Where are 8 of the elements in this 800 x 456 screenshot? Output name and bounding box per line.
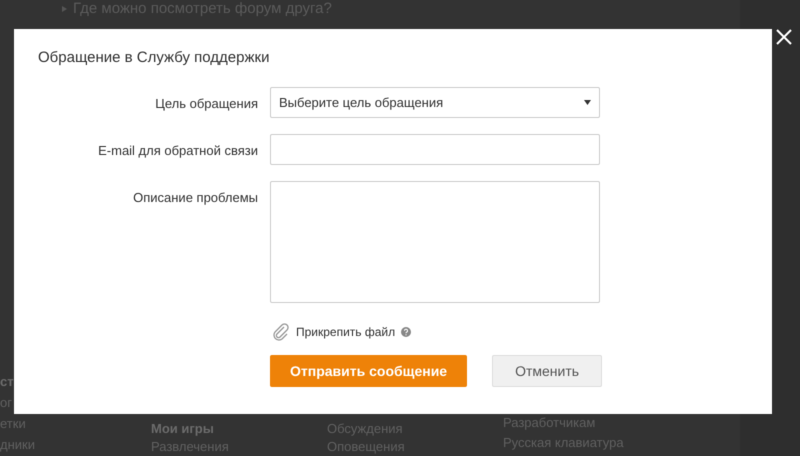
field-label: Цель обращения [154, 95, 258, 113]
attach-file-link[interactable]: Прикрепить файл [296, 323, 396, 341]
send-button[interactable]: Отправить сообщение [270, 355, 468, 387]
cancel-button[interactable]: Отменить [492, 355, 602, 387]
purpose-select[interactable]: Выберите цель обращения [270, 87, 600, 118]
field-label: Описание проблемы [132, 189, 258, 207]
dialog-title: Обращение в Службу поддержки [38, 48, 270, 68]
field-label: E-mail для обратной связи [97, 142, 258, 160]
